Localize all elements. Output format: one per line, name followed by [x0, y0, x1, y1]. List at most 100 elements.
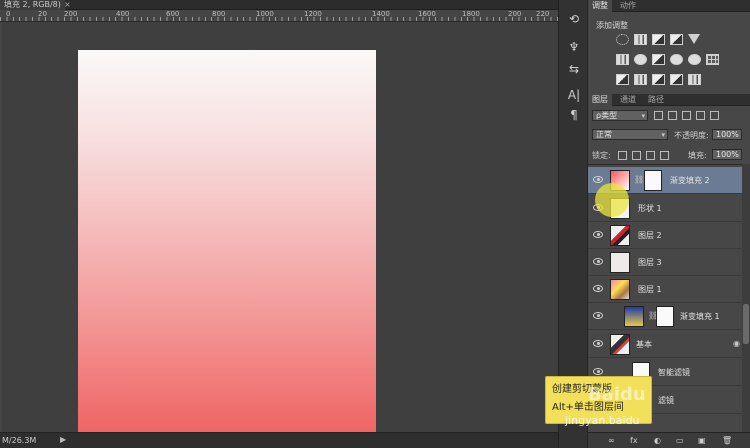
add-style-icon[interactable]: fx [630, 436, 638, 445]
layer-name: 图层 2 [638, 231, 662, 240]
color-balance-icon[interactable] [634, 54, 647, 65]
status-bar: M/26.3M ▶ [0, 432, 560, 448]
character-icon[interactable]: A| [565, 86, 583, 104]
color-lookup-icon[interactable] [706, 54, 719, 65]
layer-mask-thumbnail[interactable] [644, 170, 662, 191]
layer-name: 渐变填充 2 [670, 176, 710, 185]
history-icon[interactable]: ⟲ [565, 10, 583, 28]
layer-mask-thumbnail[interactable] [656, 306, 674, 327]
adjustments-title: 添加调整 [596, 21, 628, 30]
document-canvas[interactable] [78, 50, 376, 448]
lock-transparency-icon[interactable] [618, 151, 627, 160]
filter-shape-icon[interactable] [696, 111, 705, 120]
layer-name: 渐变填充 1 [680, 312, 720, 321]
filter-smart-icon[interactable] [710, 111, 719, 120]
brightness-contrast-icon[interactable] [616, 34, 629, 45]
layer-thumbnail [610, 334, 630, 355]
vibrance-icon[interactable] [688, 34, 700, 44]
blend-mode-value: 正常 [596, 130, 612, 139]
layer-name: 图层 3 [638, 258, 662, 267]
layers-scrollbar[interactable] [742, 164, 750, 432]
status-menu-arrow-icon[interactable]: ▶ [60, 435, 66, 444]
tab-actions[interactable]: 动作 [616, 0, 640, 12]
threshold-icon[interactable] [652, 74, 665, 85]
opacity-input[interactable]: 100% [712, 129, 742, 140]
filter-type-icon[interactable] [682, 111, 691, 120]
black-white-icon[interactable] [652, 54, 665, 65]
layers-bottom-bar: ∞ fx ◐ ▭ ▣ 🗑 [588, 432, 750, 448]
visibility-eye-icon[interactable] [593, 176, 603, 183]
visibility-eye-icon[interactable] [593, 231, 603, 238]
paragraph-icon[interactable]: ¶ [565, 106, 583, 124]
tab-layers[interactable]: 图层 [588, 94, 612, 106]
filter-adjust-icon[interactable] [668, 111, 677, 120]
lock-all-icon[interactable] [660, 151, 669, 160]
lock-position-icon[interactable] [646, 151, 655, 160]
scrollbar-thumb[interactable] [743, 304, 749, 344]
add-mask-icon[interactable]: ▭ [676, 436, 684, 445]
layers-tab-bar: 图层 通道 路径 [588, 94, 750, 106]
tab-adjustments[interactable]: 调整 [588, 0, 612, 12]
layer-name: 智能滤镜 [658, 368, 690, 377]
selective-color-icon[interactable] [670, 74, 683, 85]
horizontal-ruler: 0 20 200 400 600 800 1000 1200 1400 1600… [0, 10, 558, 22]
smart-object-icon: ◉ [733, 339, 740, 348]
layer-row-layer-3[interactable]: 图层 3 [588, 249, 742, 276]
document-tab[interactable]: 填充 2, RGB/8) [0, 0, 65, 10]
workspace[interactable] [2, 22, 558, 448]
fill-label: 填充: [688, 151, 707, 160]
layer-row-layer-1[interactable]: 图层 1 [588, 276, 742, 303]
invert-icon[interactable] [616, 74, 629, 85]
cursor-highlight [595, 183, 629, 217]
new-adjustment-icon[interactable]: ◐ [654, 436, 661, 445]
tool-preset-icon[interactable]: ⇆ [565, 60, 583, 78]
visibility-eye-icon[interactable] [593, 312, 603, 319]
levels-icon[interactable] [634, 34, 647, 45]
new-layer-icon[interactable]: ▣ [698, 436, 706, 445]
chevron-down-icon: ▾ [661, 131, 665, 139]
delete-layer-icon[interactable]: 🗑 [722, 436, 732, 445]
link-chain-icon[interactable]: ⛓ [634, 175, 644, 184]
layer-thumbnail [610, 252, 630, 273]
layer-row-gradient-fill-1[interactable]: ⛓ 渐变填充 1 [588, 303, 742, 330]
layer-row-base[interactable]: 基本 ◉ [588, 331, 742, 358]
layer-filter-select[interactable]: ρ类型 ▾ [592, 110, 648, 121]
lock-image-icon[interactable] [632, 151, 641, 160]
layer-name: 基本 [636, 340, 652, 349]
adjustments-tab-bar: 调整 动作 [588, 0, 750, 12]
hue-saturation-icon[interactable] [616, 54, 629, 65]
tab-channels[interactable]: 通道 [616, 94, 640, 106]
tab-paths[interactable]: 路径 [644, 94, 668, 106]
layer-thumbnail [610, 279, 630, 300]
link-layers-icon[interactable]: ∞ [608, 436, 615, 445]
layer-row-layer-2[interactable]: 图层 2 [588, 222, 742, 249]
layer-thumbnail [624, 306, 644, 327]
exposure-icon[interactable] [670, 34, 683, 45]
chevron-down-icon: ▾ [641, 112, 645, 120]
channel-mixer-icon[interactable] [688, 54, 701, 65]
watermark-logo: Baidu [588, 384, 646, 405]
close-icon[interactable]: × [64, 0, 71, 10]
lock-label: 锁定: [592, 151, 611, 160]
filter-pixel-icon[interactable] [654, 111, 663, 120]
layer-name: 形状 1 [638, 204, 662, 213]
document-size: M/26.3M [2, 436, 37, 445]
layer-filter-value: ρ类型 [596, 111, 618, 120]
visibility-eye-icon[interactable] [593, 258, 603, 265]
fill-value: 100% [716, 150, 739, 159]
opacity-label: 不透明度: [674, 131, 709, 140]
curves-icon[interactable] [652, 34, 665, 45]
visibility-eye-icon[interactable] [593, 368, 603, 375]
gradient-map-icon[interactable] [688, 74, 701, 85]
blend-mode-select[interactable]: 正常 ▾ [592, 129, 668, 140]
photo-filter-icon[interactable] [670, 54, 683, 65]
document-tab-bar: 填充 2, RGB/8) × [0, 0, 560, 10]
ruler-ticks [0, 17, 558, 21]
watermark-url: jingyan.baidu [565, 414, 640, 427]
visibility-eye-icon[interactable] [593, 340, 603, 347]
fill-input[interactable]: 100% [712, 149, 742, 160]
layer-name: 滤镜 [658, 396, 674, 405]
visibility-eye-icon[interactable] [593, 285, 603, 292]
brush-preset-icon[interactable]: ♆ [565, 38, 583, 56]
posterize-icon[interactable] [634, 74, 647, 85]
